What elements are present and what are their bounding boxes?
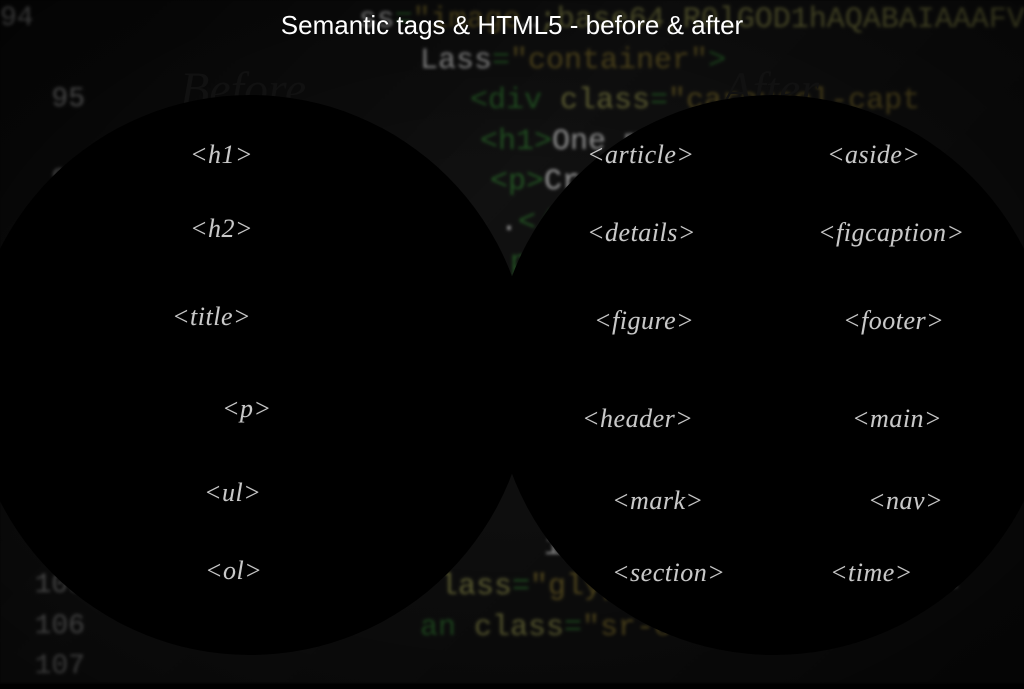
tag-h1: <h1> bbox=[190, 140, 253, 170]
tag-p: <p> bbox=[222, 394, 272, 424]
tag-ul: <ul> bbox=[204, 478, 261, 508]
labels-layer: <h1> <h2> <title> <p> <ul> <ol> <article… bbox=[0, 0, 1024, 683]
tag-details: <details> bbox=[587, 218, 696, 248]
tag-ol: <ol> bbox=[205, 556, 262, 586]
tag-main: <main> bbox=[852, 404, 942, 434]
tag-aside: <aside> bbox=[827, 140, 920, 170]
tag-figcaption: <figcaption> bbox=[818, 218, 965, 248]
tag-header: <header> bbox=[582, 404, 693, 434]
tag-title: <title> bbox=[172, 302, 251, 332]
tag-mark: <mark> bbox=[612, 486, 704, 516]
tag-nav: <nav> bbox=[868, 486, 943, 516]
tag-article: <article> bbox=[587, 140, 694, 170]
tag-h2: <h2> bbox=[190, 214, 253, 244]
tag-time: <time> bbox=[830, 558, 913, 588]
tag-footer: <footer> bbox=[843, 306, 944, 336]
tag-section: <section> bbox=[612, 558, 725, 588]
tag-figure: <figure> bbox=[594, 306, 694, 336]
